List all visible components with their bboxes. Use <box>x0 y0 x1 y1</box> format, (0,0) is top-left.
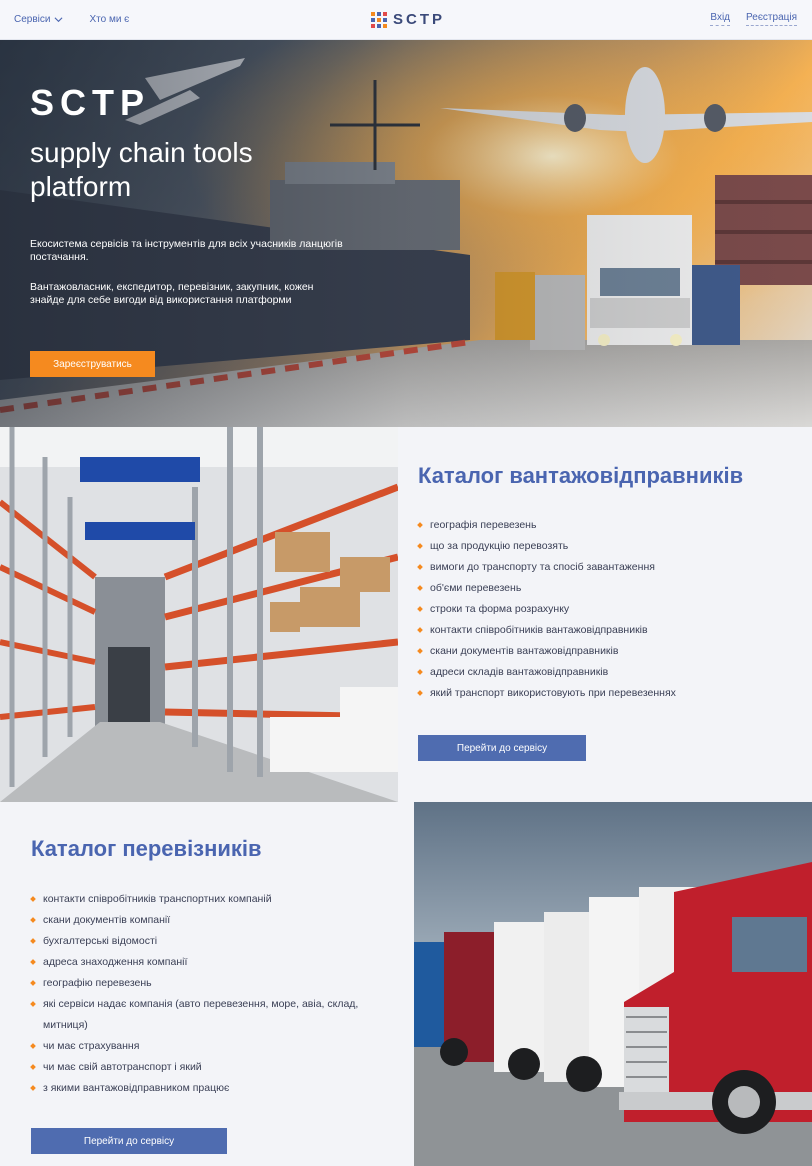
hero-title: SCTP <box>30 82 151 123</box>
list-item: бухгалтерські відомості <box>31 931 401 952</box>
list-item: скани документів компанії <box>31 910 401 931</box>
site-header: Сервіси Хто ми є SCTP Вхід Реєстрація <box>0 0 812 40</box>
list-item: чи має свій автотранспорт і який <box>31 1057 401 1078</box>
list-item: строки та форма розрахунку <box>418 599 676 620</box>
shippers-feature-list: географія перевезень що за продукцію пер… <box>418 515 676 704</box>
logo-grid-icon <box>371 11 387 28</box>
carriers-catalog-title: Каталог перевізників <box>31 836 262 861</box>
list-item: чи має страхування <box>31 1036 401 1057</box>
logo[interactable]: SCTP <box>371 11 445 28</box>
hero-subtitle: supply chain tools platform <box>30 137 253 202</box>
auth-nav: Вхід Реєстрація <box>710 12 797 26</box>
list-item: контакти співробітників транспортних ком… <box>31 889 401 910</box>
about-link[interactable]: Хто ми є <box>89 14 129 25</box>
carriers-service-button[interactable]: Перейти до сервісу <box>31 1128 227 1154</box>
carriers-feature-list: контакти співробітників транспортних ком… <box>31 889 401 1099</box>
services-label[interactable]: Сервіси <box>14 14 50 25</box>
logo-text: SCTP <box>393 11 446 28</box>
shippers-service-button[interactable]: Перейти до сервісу <box>418 735 586 761</box>
list-item: географію перевезень <box>31 973 401 994</box>
register-cta-button[interactable]: Зареєструватись <box>30 351 155 377</box>
list-item: адреса знаходження компанії <box>31 952 401 973</box>
shippers-catalog-title: Каталог вантажовідправників <box>418 463 744 488</box>
list-item: що за продукцію перевозять <box>418 536 676 557</box>
list-item: скани документів вантажовідправників <box>418 641 676 662</box>
list-item: адреси складів вантажовідправників <box>418 662 676 683</box>
list-item: контакти співробітників вантажовідправни… <box>418 620 676 641</box>
register-link[interactable]: Реєстрація <box>746 12 797 26</box>
list-item: який транспорт використовують при переве… <box>418 683 676 704</box>
list-item: які сервіси надає компанія (авто перевез… <box>31 994 401 1036</box>
carriers-catalog-section: Каталог перевізників контакти співробітн… <box>0 802 414 1166</box>
services-menu[interactable]: Сервіси <box>14 14 63 25</box>
main-nav: Сервіси Хто ми є <box>14 14 129 25</box>
warehouse-image <box>0 427 398 802</box>
list-item: вимоги до транспорту та спосіб завантаже… <box>418 557 676 578</box>
login-link[interactable]: Вхід <box>710 12 731 26</box>
list-item: з якими вантажовідправником працює <box>31 1078 401 1099</box>
chevron-down-icon <box>54 17 63 23</box>
hero-description: Екосистема сервісів та інструментів для … <box>30 238 343 263</box>
hero-banner: SCTP supply chain tools platform Екосист… <box>0 40 812 427</box>
shippers-catalog-section: Каталог вантажовідправників географія пе… <box>398 427 812 802</box>
trucks-image <box>414 802 812 1166</box>
list-item: об'єми перевезень <box>418 578 676 599</box>
hero-audience-text: Вантажовласник, експедитор, перевізник, … <box>30 281 314 306</box>
list-item: географія перевезень <box>418 515 676 536</box>
